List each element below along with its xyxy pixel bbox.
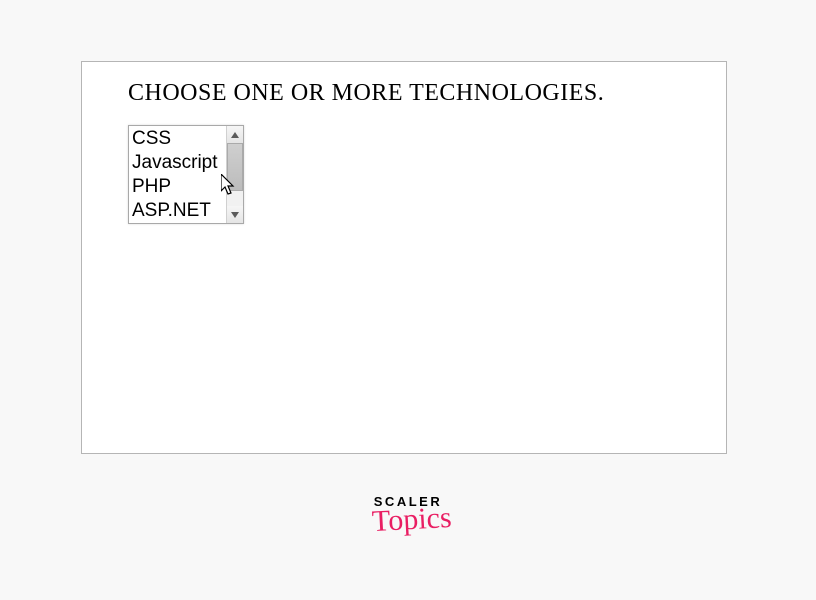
listbox-items-container: CSS Javascript PHP ASP.NET <box>129 126 226 223</box>
triangle-up-icon <box>231 132 239 138</box>
page-heading: CHOOSE ONE OR MORE TECHNOLOGIES. <box>128 80 680 107</box>
listbox-option-php[interactable]: PHP <box>132 175 223 199</box>
scaler-topics-logo: SCALER Topics <box>372 495 444 534</box>
triangle-down-icon <box>231 212 239 218</box>
listbox-option-css[interactable]: CSS <box>132 127 223 151</box>
scroll-track[interactable] <box>227 143 243 206</box>
listbox-scrollbar <box>226 126 243 223</box>
content-panel: CHOOSE ONE OR MORE TECHNOLOGIES. CSS Jav… <box>81 61 727 454</box>
listbox-option-aspnet[interactable]: ASP.NET <box>132 199 223 223</box>
listbox-option-javascript[interactable]: Javascript <box>132 151 223 175</box>
logo-text-topics: Topics <box>371 504 452 535</box>
scroll-thumb[interactable] <box>227 143 243 191</box>
scroll-up-button[interactable] <box>227 126 243 143</box>
scroll-down-button[interactable] <box>227 206 243 223</box>
technologies-listbox[interactable]: CSS Javascript PHP ASP.NET <box>128 125 244 224</box>
